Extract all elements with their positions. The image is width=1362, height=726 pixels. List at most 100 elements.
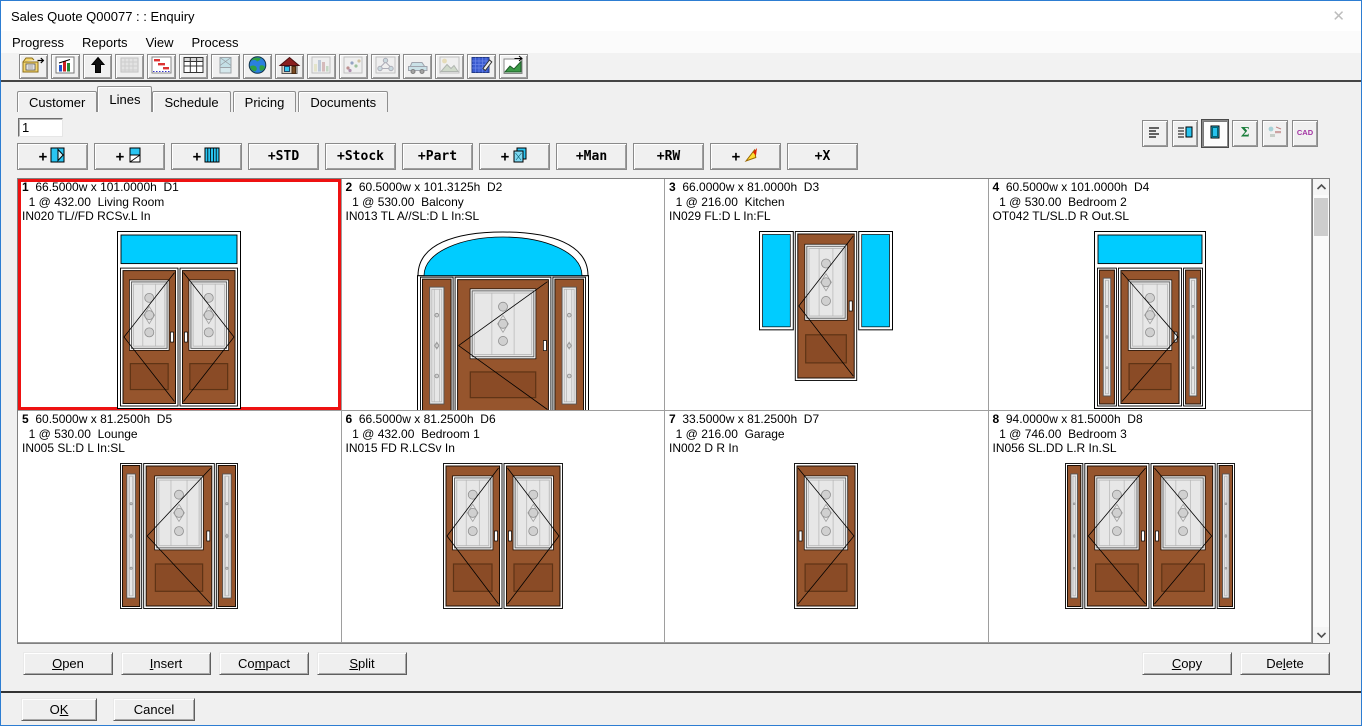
copy-button[interactable]: Copy: [1142, 652, 1232, 675]
chevron-down-icon: [1315, 630, 1328, 640]
add-pointer-button[interactable]: +: [710, 143, 781, 170]
add-grid-button[interactable]: +: [171, 143, 242, 170]
line-qty-room: 1 @ 746.00 Bedroom 3: [993, 427, 1308, 442]
toolbar-export-chart-button[interactable]: [499, 54, 528, 79]
toolbar-mesh-button: [115, 54, 144, 79]
add-rw-button[interactable]: +RW: [633, 143, 704, 170]
view-toolbar: Σ CAD: [1142, 120, 1318, 147]
line-cell-2[interactable]: 2 60.5000w x 101.3125h D2 1 @ 530.00 Bal…: [342, 179, 666, 411]
toolbar-vehicle-button: [403, 54, 432, 79]
scroll-down-button[interactable]: [1313, 627, 1329, 643]
line-actions-left: Open Insert Compact Split: [23, 652, 407, 675]
line-spec-code: IN020 TL//FD RCSv.L In: [22, 209, 337, 224]
menu-reports[interactable]: Reports: [73, 32, 137, 53]
tab-documents[interactable]: Documents: [298, 91, 388, 112]
unit-drawing: [346, 463, 661, 609]
line-cell-7[interactable]: 7 33.5000w x 81.2500h D7 1 @ 216.00 Gara…: [665, 411, 989, 643]
line-cell-3[interactable]: 3 66.0000w x 81.0000h D3 1 @ 216.00 Kitc…: [665, 179, 989, 411]
toolbar-chart-button[interactable]: [51, 54, 80, 79]
scroll-thumb[interactable]: [1314, 198, 1328, 236]
door-add-icon: [50, 146, 66, 168]
line-spec-code: IN056 SL.DD L.R In.SL: [993, 441, 1308, 456]
add-man-button[interactable]: +Man: [556, 143, 627, 170]
line-header: 6 66.5000w x 81.2500h D6: [346, 412, 661, 427]
grid-add-icon: [204, 146, 220, 168]
line-cell-6[interactable]: 6 66.5000w x 81.2500h D6 1 @ 432.00 Bedr…: [342, 411, 666, 643]
toolbar-network-button: [371, 54, 400, 79]
toolbar-door-design-button: [211, 54, 240, 79]
list-view-icon: [1146, 123, 1164, 144]
add-door-button[interactable]: +: [17, 143, 88, 170]
tab-schedule[interactable]: Schedule: [152, 91, 230, 112]
plus-label: +: [193, 149, 201, 165]
upload-arrow-icon: [86, 55, 110, 78]
menu-process[interactable]: Process: [183, 32, 248, 53]
toolbar-table-button[interactable]: [179, 54, 208, 79]
line-qty-room: 1 @ 432.00 Living Room: [22, 195, 337, 210]
add-std-button[interactable]: +STD: [248, 143, 319, 170]
toolbar-scatter-chart-button: [339, 54, 368, 79]
unit-drawing: [22, 231, 337, 409]
line-spec-code: IN029 FL:D L In:FL: [669, 209, 984, 224]
split-button[interactable]: Split: [317, 652, 407, 675]
view-list-door-button[interactable]: [1172, 120, 1198, 147]
view-door-view-button[interactable]: [1202, 120, 1228, 147]
menu-view[interactable]: View: [137, 32, 183, 53]
toolbar-globe-button[interactable]: [243, 54, 272, 79]
line-spec-code: IN015 FD R.LCSv In: [346, 441, 661, 456]
line-spec-code: OT042 TL/SL.D R Out.SL: [993, 209, 1308, 224]
toolbar-export-folder-button[interactable]: [19, 54, 48, 79]
vehicle-icon: [406, 55, 430, 78]
line-cell-4[interactable]: 4 60.5000w x 101.0000h D4 1 @ 530.00 Bed…: [989, 179, 1313, 411]
network-icon: [374, 55, 398, 78]
ok-button[interactable]: OK: [21, 698, 97, 721]
toolbar: [1, 53, 1361, 82]
line-header: 5 60.5000w x 81.2500h D5: [22, 412, 337, 427]
line-header: 3 66.0000w x 81.0000h D3: [669, 180, 984, 195]
tab-customer[interactable]: Customer: [17, 91, 97, 112]
toolbar-gantt-button[interactable]: [147, 54, 176, 79]
toolbar-site-button: [435, 54, 464, 79]
title-bar: Sales Quote Q00077 : : Enquiry ✕: [1, 1, 1361, 31]
line-number-input[interactable]: [18, 118, 63, 137]
insert-button[interactable]: Insert: [121, 652, 211, 675]
add-window-button[interactable]: +: [94, 143, 165, 170]
cancel-button[interactable]: Cancel: [113, 698, 195, 721]
open-button[interactable]: Open: [23, 652, 113, 675]
footer-separator: [1, 691, 1361, 693]
svg-text:CAD: CAD: [1297, 128, 1314, 137]
unit-drawing: [993, 231, 1308, 409]
vertical-scrollbar[interactable]: [1312, 179, 1329, 643]
compact-button[interactable]: Compact: [219, 652, 309, 675]
toolbar-upload-arrow-button[interactable]: [83, 54, 112, 79]
view-cad-button[interactable]: CAD: [1292, 120, 1318, 147]
view-multi-color-button: [1262, 120, 1288, 147]
toolbar-house-button[interactable]: [275, 54, 304, 79]
tab-pricing[interactable]: Pricing: [233, 91, 297, 112]
site-icon: [438, 55, 462, 78]
menu-progress[interactable]: Progress: [3, 32, 73, 53]
line-qty-room: 1 @ 530.00 Lounge: [22, 427, 337, 442]
view-list-view-button[interactable]: [1142, 120, 1168, 147]
close-icon[interactable]: ✕: [1332, 7, 1345, 25]
app-window: Sales Quote Q00077 : : Enquiry ✕ Progres…: [0, 0, 1362, 726]
window-add-icon: [127, 146, 143, 168]
line-cell-8[interactable]: 8 94.0000w x 81.5000h D8 1 @ 746.00 Bedr…: [989, 411, 1313, 643]
view-sigma-button[interactable]: Σ: [1232, 120, 1258, 147]
export-folder-icon: [22, 55, 46, 78]
add-pages-button[interactable]: +: [479, 143, 550, 170]
window-title: Sales Quote Q00077 : : Enquiry: [11, 9, 195, 24]
add-stock-button[interactable]: +Stock: [325, 143, 396, 170]
line-cell-1[interactable]: 1 66.5000w x 101.0000h D1 1 @ 432.00 Liv…: [18, 179, 342, 411]
menu-bar: ProgressReportsViewProcess: [1, 31, 1361, 53]
scroll-up-button[interactable]: [1313, 179, 1329, 195]
add-x-button[interactable]: +X: [787, 143, 858, 170]
add-part-button[interactable]: +Part: [402, 143, 473, 170]
line-cell-5[interactable]: 5 60.5000w x 81.2500h D5 1 @ 530.00 Loun…: [18, 411, 342, 643]
line-qty-room: 1 @ 216.00 Garage: [669, 427, 984, 442]
tab-lines[interactable]: Lines: [97, 86, 152, 112]
toolbar-pattern-pen-button[interactable]: [467, 54, 496, 79]
sigma-icon: Σ: [1236, 123, 1254, 144]
chart-icon: [54, 55, 78, 78]
delete-button[interactable]: Delete: [1240, 652, 1330, 675]
